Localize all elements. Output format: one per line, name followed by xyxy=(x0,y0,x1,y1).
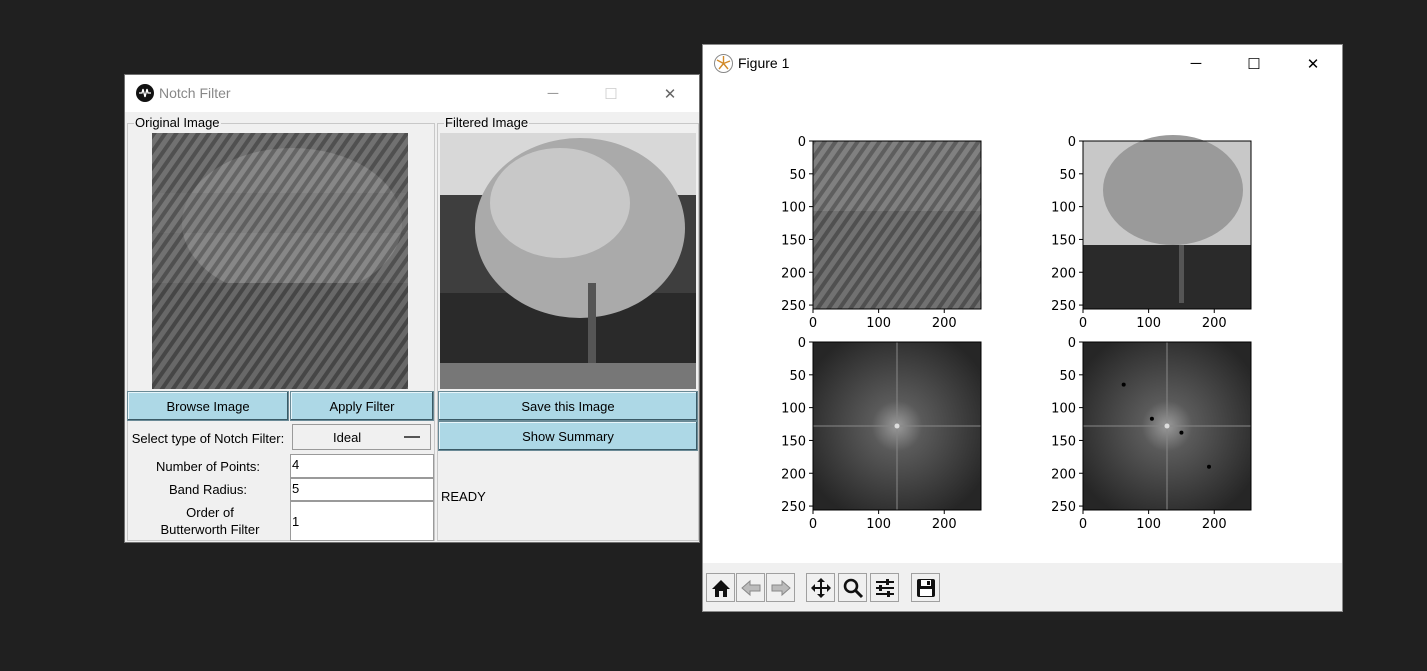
notch-point xyxy=(1207,464,1211,469)
y-tick-label: 150 xyxy=(1051,233,1076,248)
figure-canvas[interactable]: 0 100 2000501001502002500 100 20005010015020… xyxy=(703,45,1342,563)
option-menu-indicator-icon xyxy=(404,436,420,438)
panel-filtered-spectrum xyxy=(1083,342,1251,510)
figure-window: Figure 1 ─ ☐ ✕ 0 100 200 0 50 100 150 20… xyxy=(702,44,1343,612)
original-image-label: Original Image xyxy=(134,115,221,131)
y-tick-label: 150 xyxy=(1051,434,1076,449)
y-tick-label: 250 xyxy=(1051,500,1076,515)
x-tick-label: 100 xyxy=(1136,316,1161,331)
original-image xyxy=(152,133,408,389)
forward-icon[interactable] xyxy=(766,573,795,602)
notch-filter-window: Notch Filter ─ ☐ ✕ Original Image Filter… xyxy=(124,74,700,543)
x-tick-label: 0 xyxy=(809,517,817,532)
x-tick-label: 200 xyxy=(1202,517,1227,532)
order-label-line1: Order of xyxy=(186,505,234,520)
y-tick-label: 50 xyxy=(789,168,806,183)
x-tick-label: 100 xyxy=(1136,517,1161,532)
y-tick-label: 0 xyxy=(798,135,806,150)
save-image-button[interactable]: Save this Image xyxy=(438,391,698,421)
notch-point xyxy=(1179,430,1184,435)
band-radius-input[interactable]: 5 xyxy=(290,478,434,501)
y-tick-label: 250 xyxy=(781,500,806,515)
y-tick-label: 0 xyxy=(798,336,806,351)
y-tick-label: 100 xyxy=(781,201,806,216)
band-radius-label: Band Radius: xyxy=(168,482,248,497)
zoom-icon[interactable] xyxy=(838,573,867,602)
panel-filtered-image xyxy=(1083,135,1251,309)
order-label-line2: Butterworth Filter xyxy=(160,522,260,537)
x-tick-label: 200 xyxy=(1202,316,1227,331)
notch-point xyxy=(1149,416,1154,421)
y-tick-label: 150 xyxy=(781,233,806,248)
y-tick-label: 100 xyxy=(1051,402,1076,417)
maximize-button[interactable]: ☐ xyxy=(588,75,634,112)
status-text: READY xyxy=(441,489,486,504)
title-bar[interactable]: Notch Filter ─ ☐ ✕ xyxy=(125,75,699,112)
configure-subplots-icon[interactable] xyxy=(870,573,899,602)
window-title: Notch Filter xyxy=(159,85,231,101)
y-tick-label: 200 xyxy=(1051,467,1076,482)
notch-point xyxy=(1121,382,1126,387)
show-summary-button[interactable]: Show Summary xyxy=(438,421,698,451)
y-tick-label: 50 xyxy=(1059,168,1076,183)
x-tick-label: 0 xyxy=(1079,316,1087,331)
x-tick-label: 200 xyxy=(932,316,957,331)
y-tick-label: 100 xyxy=(1051,201,1076,216)
filter-type-select[interactable]: Ideal xyxy=(292,424,431,450)
back-icon[interactable] xyxy=(736,573,765,602)
y-tick-label: 250 xyxy=(781,299,806,314)
pan-icon[interactable] xyxy=(806,573,835,602)
navigation-toolbar xyxy=(703,563,1342,611)
y-tick-label: 50 xyxy=(1059,369,1076,384)
filter-type-label: Select type of Notch Filter: xyxy=(131,431,285,446)
num-points-input[interactable]: 4 xyxy=(290,454,434,478)
minimize-button[interactable]: ─ xyxy=(530,75,576,112)
filtered-image-label: Filtered Image xyxy=(444,115,530,131)
panel-original-image xyxy=(813,141,981,309)
browse-image-button[interactable]: Browse Image xyxy=(127,391,289,421)
app-icon xyxy=(136,84,154,102)
x-tick-label: 0 xyxy=(1079,517,1087,532)
y-tick-label: 250 xyxy=(1051,299,1076,314)
y-tick-label: 100 xyxy=(781,402,806,417)
filtered-image xyxy=(440,133,696,389)
y-tick-label: 0 xyxy=(1068,336,1076,351)
close-button[interactable]: ✕ xyxy=(647,75,693,112)
x-tick-label: 100 xyxy=(866,316,891,331)
panel-original-spectrum xyxy=(813,342,981,510)
home-icon[interactable] xyxy=(706,573,735,602)
y-tick-label: 0 xyxy=(1068,135,1076,150)
y-tick-label: 200 xyxy=(781,467,806,482)
apply-filter-button[interactable]: Apply Filter xyxy=(290,391,434,421)
num-points-label: Number of Points: xyxy=(155,459,261,474)
y-tick-label: 50 xyxy=(789,369,806,384)
x-tick-label: 100 xyxy=(866,517,891,532)
y-tick-label: 150 xyxy=(781,434,806,449)
filter-type-value: Ideal xyxy=(333,430,362,445)
y-tick-label: 200 xyxy=(781,266,806,281)
x-tick-label: 0 xyxy=(809,316,817,331)
x-tick-label: 200 xyxy=(932,517,957,532)
order-input[interactable]: 1 xyxy=(290,501,434,541)
save-icon[interactable] xyxy=(911,573,940,602)
y-tick-label: 200 xyxy=(1051,266,1076,281)
